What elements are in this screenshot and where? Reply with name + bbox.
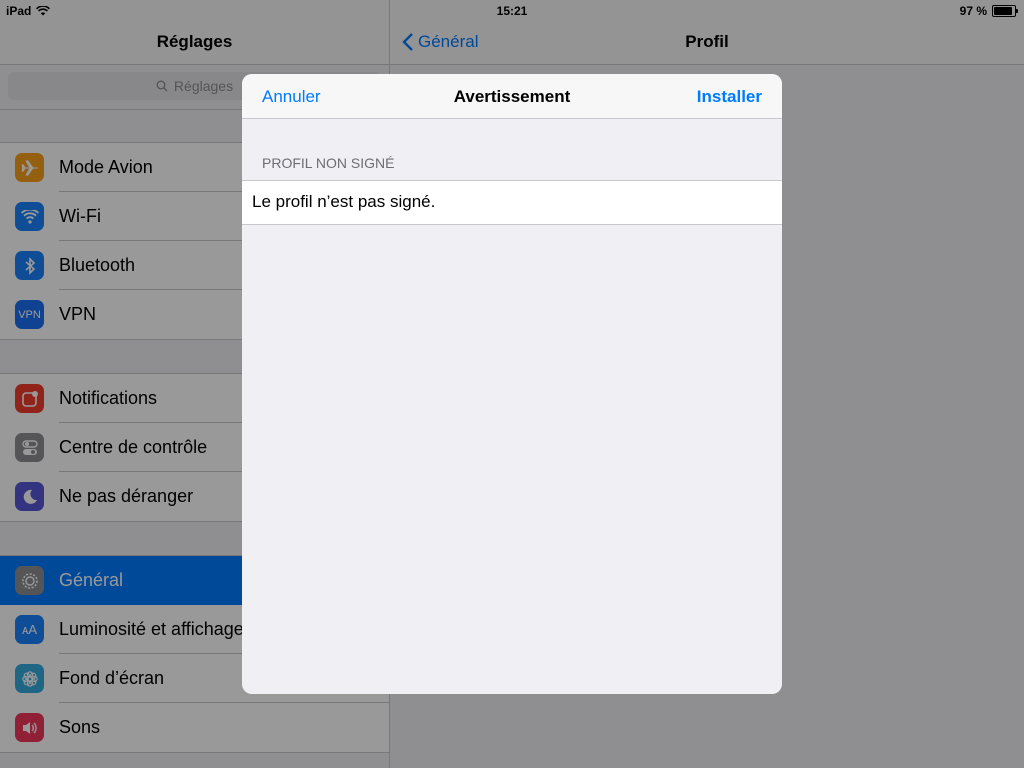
warning-message: Le profil n’est pas signé. [252, 192, 436, 211]
warning-modal: Annuler Avertissement Installer PROFIL N… [242, 74, 782, 694]
section-header: PROFIL NON SIGNÉ [262, 155, 395, 171]
modal-nav-bar: Annuler Avertissement Installer [242, 74, 782, 119]
install-button[interactable]: Installer [697, 87, 762, 107]
warning-message-cell: Le profil n’est pas signé. [242, 180, 782, 225]
